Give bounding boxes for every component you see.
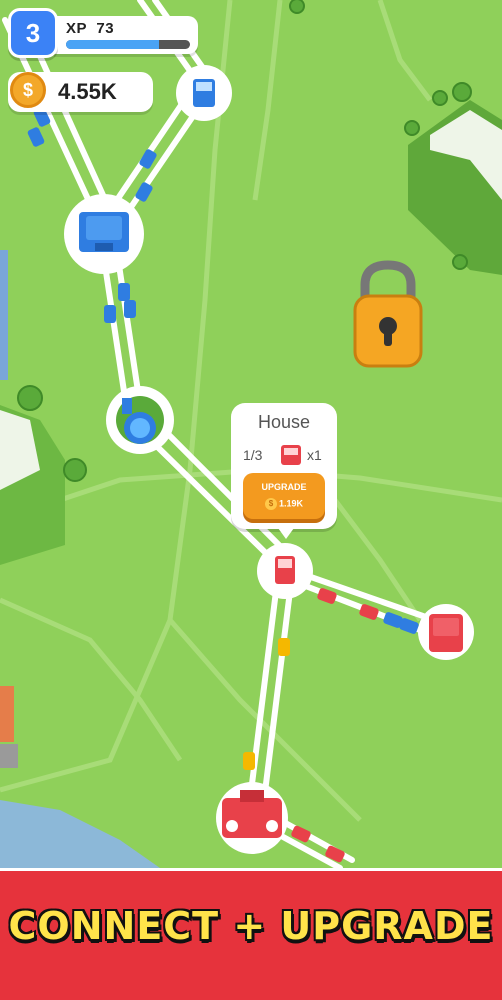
banner-text: CONNECT + UPGRADE — [8, 904, 494, 948]
coin-icon: $ — [10, 72, 46, 108]
red-van-icon[interactable] — [275, 556, 295, 584]
fountain-icon[interactable] — [116, 396, 164, 444]
coin-counter[interactable]: $ 4.55K — [8, 72, 153, 112]
house-popup: House 1/3 x1 UPGRADE $1.19K — [231, 403, 337, 539]
popup-multiplier: x1 — [307, 447, 322, 463]
red-house-icon[interactable] — [429, 614, 463, 652]
level-number: 3 — [25, 17, 41, 48]
upgrade-button[interactable]: UPGRADE $1.19K — [243, 473, 325, 519]
upgrade-cost: $1.19K — [243, 498, 325, 510]
level-badge[interactable]: 3 — [8, 8, 58, 58]
promo-banner: CONNECT + UPGRADE — [0, 868, 502, 1000]
coin-icon: $ — [264, 498, 277, 510]
van-icon — [281, 445, 301, 465]
xp-progress-bar — [66, 40, 190, 49]
xp-label: XP 73 — [66, 20, 115, 37]
xp-progress-fill — [66, 40, 159, 49]
blue-van-icon[interactable] — [193, 79, 215, 107]
river-strip — [0, 250, 8, 380]
coin-value: 4.55K — [58, 79, 117, 104]
banner-divider — [0, 868, 502, 871]
blue-house-icon[interactable] — [79, 212, 129, 252]
upgrade-label: UPGRADE — [261, 482, 307, 492]
popup-count: 1/3 — [243, 447, 263, 463]
popup-title: House — [257, 412, 311, 432]
xp-panel: XP 73 — [54, 16, 198, 54]
